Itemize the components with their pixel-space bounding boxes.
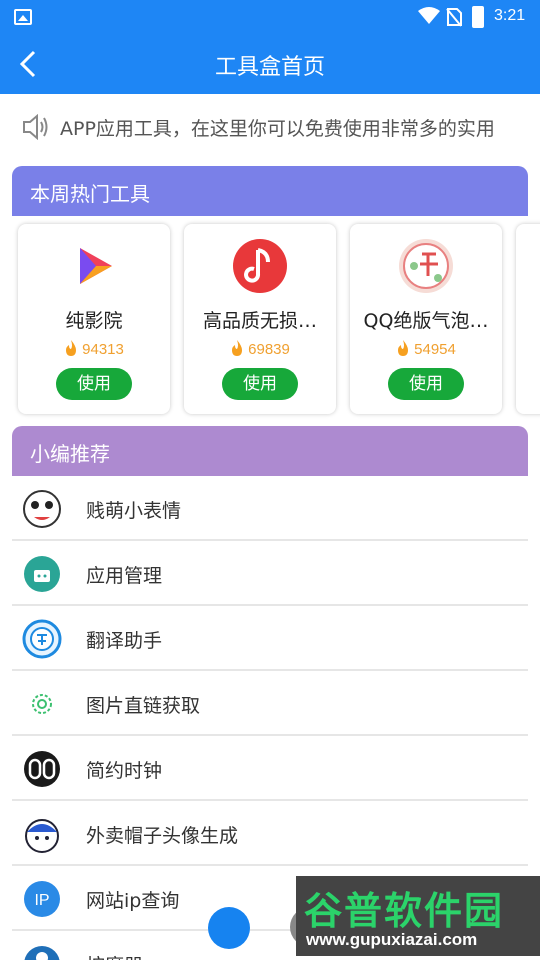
meme-face-icon xyxy=(23,490,61,528)
flame-icon xyxy=(232,340,243,356)
status-bar: 3:21 xyxy=(0,0,540,34)
tool-name: 高品质无损… xyxy=(202,310,317,332)
list-item[interactable]: 翻译助手 xyxy=(12,606,528,671)
link-icon xyxy=(32,694,52,714)
list-item-label: 图片直链获取 xyxy=(86,695,201,717)
svg-text:IP: IP xyxy=(34,892,49,909)
title-bar: 工具盒首页 xyxy=(0,34,540,94)
list-item-label: 简约时钟 xyxy=(86,760,163,782)
use-button[interactable]: 使用 xyxy=(56,368,132,400)
flame-icon xyxy=(66,340,77,356)
page-title: 工具盒首页 xyxy=(214,55,325,80)
translate-icon xyxy=(22,619,62,659)
tool-card[interactable]: 纯影院 94313 使用 xyxy=(18,224,170,414)
list-item-label: 按摩器 xyxy=(86,951,143,960)
bubble-icon xyxy=(399,239,453,293)
watermark-url: www.gupuxiazai.com xyxy=(306,930,478,949)
floating-action-button[interactable] xyxy=(208,907,250,949)
massage-icon xyxy=(24,946,60,960)
list-item-label: 翻译助手 xyxy=(86,630,163,652)
image-notification-icon xyxy=(14,9,32,25)
no-sim-icon xyxy=(446,8,462,27)
list-item[interactable]: 应用管理 xyxy=(12,541,528,606)
music-note-icon xyxy=(233,239,287,293)
notice-text: APP应用工具，在这里你可以免费使用非常多的实用 xyxy=(60,118,495,140)
tool-name: QQ绝版气泡… xyxy=(363,310,489,332)
list-item[interactable]: 图片直链获取 xyxy=(12,671,528,736)
site-watermark: 谷普软件园 www.gupuxiazai.com xyxy=(296,876,540,956)
list-item[interactable]: 外卖帽子头像生成 xyxy=(12,801,528,866)
tool-count: 94313 xyxy=(18,340,170,358)
speaker-icon xyxy=(23,114,48,140)
list-item-label: 贱萌小表情 xyxy=(86,500,182,522)
video-play-icon xyxy=(80,248,112,284)
clock-icon xyxy=(24,751,60,787)
list-item[interactable]: 简约时钟 xyxy=(12,736,528,801)
hot-tools-carousel[interactable]: 纯影院 94313 使用 高品质无损… 69839 使用 QQ绝版气泡… 549… xyxy=(0,216,540,424)
battery-icon xyxy=(472,6,484,28)
flame-icon xyxy=(398,340,409,356)
helmet-avatar-icon xyxy=(25,819,59,853)
status-time: 3:21 xyxy=(494,7,526,24)
use-button[interactable]: 使用 xyxy=(222,368,298,400)
tool-card[interactable]: 高品质无损… 69839 使用 xyxy=(184,224,336,414)
hot-tools-header: 本周热门工具 xyxy=(12,166,528,216)
android-app-icon xyxy=(24,556,60,592)
list-item-label: 网站ip查询 xyxy=(86,890,180,912)
wifi-icon xyxy=(418,7,440,24)
tool-name: 纯影院 xyxy=(65,310,123,332)
tool-card[interactable]: QQ绝版气泡… 54954 使用 xyxy=(350,224,502,414)
list-item-label: 外卖帽子头像生成 xyxy=(86,825,239,847)
notice-bar: APP应用工具，在这里你可以免费使用非常多的实用 xyxy=(0,94,540,160)
recommend-header: 小编推荐 xyxy=(12,426,528,476)
tool-count: 54954 xyxy=(350,340,502,358)
tool-card-peek[interactable] xyxy=(516,224,540,414)
tool-count: 69839 xyxy=(184,340,336,358)
ip-icon: IP xyxy=(24,881,60,917)
list-item-label: 应用管理 xyxy=(86,565,163,587)
watermark-brand: 谷普软件园 xyxy=(304,889,505,933)
list-item[interactable]: 贱萌小表情 xyxy=(12,476,528,541)
use-button[interactable]: 使用 xyxy=(388,368,464,400)
